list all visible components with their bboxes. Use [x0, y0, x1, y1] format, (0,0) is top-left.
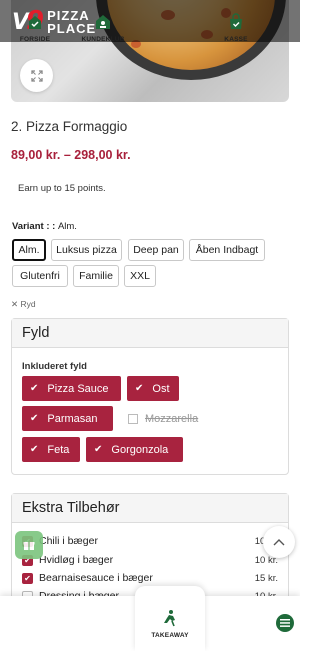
menu-button[interactable]	[276, 614, 294, 632]
home-check-icon	[25, 12, 45, 32]
clear-selection-link[interactable]: ✕ Ryd	[11, 299, 36, 310]
variant-option-deep-pan[interactable]: Deep pan	[128, 239, 184, 261]
fyld-subheading: Inkluderet fyld	[22, 361, 87, 372]
bag-check-icon	[226, 12, 246, 32]
nav-forside[interactable]: FORSIDE	[14, 0, 56, 55]
club-icon	[93, 12, 113, 32]
variant-option-familie[interactable]: Familie	[73, 265, 119, 287]
topping-feta[interactable]: ✔ Feta	[22, 437, 80, 462]
topping-pizza-sauce[interactable]: ✔ Pizza Sauce	[22, 376, 121, 401]
check-icon: ✔	[30, 413, 39, 424]
variant-option-luksus-pizza[interactable]: Luksus pizza	[51, 239, 122, 261]
scroll-top-button[interactable]	[263, 526, 295, 558]
gift-button[interactable]	[15, 531, 43, 559]
check-icon: ✔	[94, 444, 103, 455]
chevron-up-icon	[273, 539, 285, 546]
fyld-heading: Fyld	[12, 319, 288, 348]
takeaway-icon	[160, 608, 180, 628]
nav-kundeklub[interactable]: KUNDEKLUB	[78, 0, 128, 55]
extra-item[interactable]: ✔ Bearnaisesauce i bæger 15 kr.	[22, 569, 278, 587]
variant-option-glutenfri[interactable]: Glutenfri	[12, 265, 68, 287]
price-range: 89,00 kr. – 298,00 kr.	[11, 148, 131, 162]
topping-gorgonzola[interactable]: ✔ Gorgonzola	[86, 437, 183, 462]
menu-icon	[280, 619, 290, 627]
gift-icon	[23, 542, 35, 550]
zoom-button[interactable]	[20, 59, 53, 92]
checkbox-unchecked	[128, 413, 138, 424]
variant-option-alm[interactable]: Alm.	[12, 239, 46, 261]
points-text: Earn up to 15 points.	[18, 183, 106, 194]
check-icon: ✔	[30, 383, 39, 394]
nav-kasse[interactable]: KASSE	[216, 0, 256, 55]
topping-parmasan[interactable]: ✔ Parmasan	[22, 406, 113, 431]
expand-icon	[30, 69, 43, 82]
topping-ost[interactable]: ✔ Ost	[127, 376, 179, 401]
product-title: 2. Pizza Formaggio	[11, 119, 128, 134]
check-icon: ✔	[30, 444, 39, 455]
extras-heading: Ekstra Tilbehør	[12, 494, 288, 523]
checkbox-checked: ✔	[22, 572, 33, 584]
extra-item[interactable]: ✔ Hvidløg i bæger 10 kr.	[22, 551, 278, 569]
extra-item[interactable]: ✔ Chili i bæger 10 kr.	[22, 532, 278, 550]
nav-takeaway[interactable]: TAKEAWAY	[145, 596, 195, 651]
topping-mozzarella[interactable]: Mozzarella	[128, 406, 208, 431]
variant-option-xxl[interactable]: XXL	[124, 265, 156, 287]
check-icon: ✔	[135, 383, 144, 394]
variant-label: Variant : : Alm.	[12, 221, 77, 232]
variant-option-aaben-indbagt[interactable]: Åben Indbagt	[189, 239, 265, 261]
